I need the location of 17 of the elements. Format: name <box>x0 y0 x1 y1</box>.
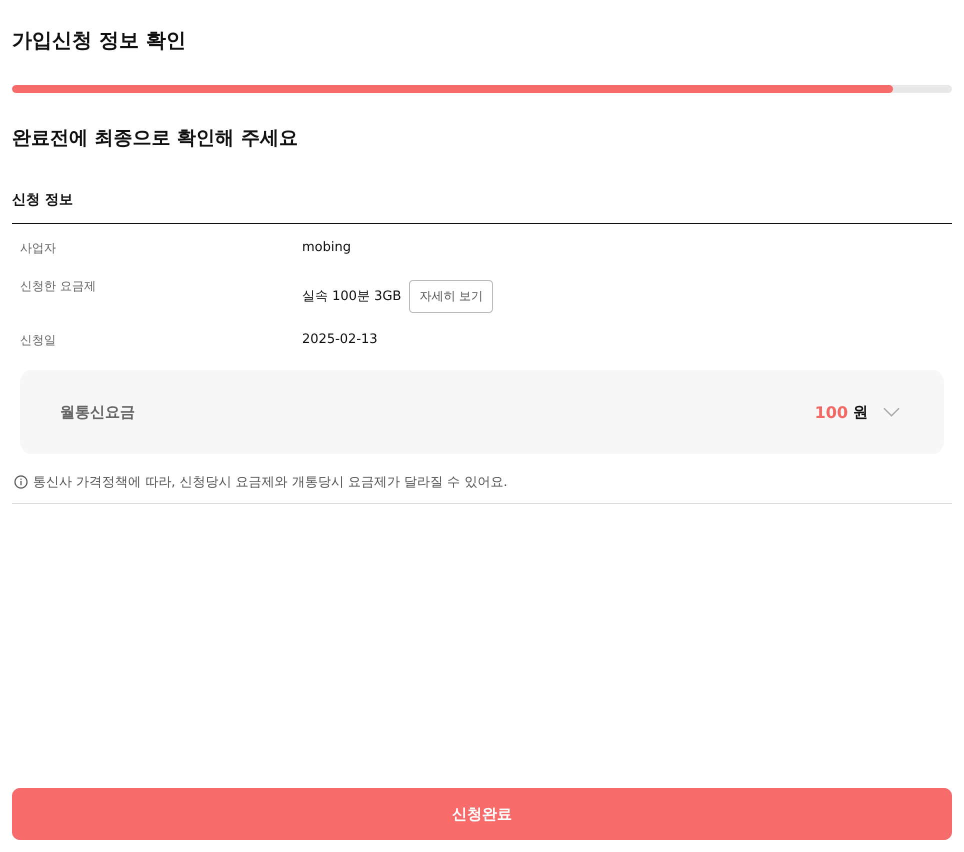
field-label: 신청일 <box>20 332 57 348</box>
info-icon <box>14 475 28 489</box>
field-label: 사업자 <box>20 240 57 256</box>
field-value: 실속 100분 3GB <box>302 288 402 306</box>
fee-amount: 100 <box>814 402 848 422</box>
field-label: 신청한 요금제 <box>20 278 97 294</box>
field-value: mobing <box>302 239 351 257</box>
fee-label: 월통신요금 <box>60 402 135 422</box>
section-title: 신청 정보 <box>12 191 952 224</box>
subtitle: 완료전에 최종으로 확인해 주세요 <box>12 126 299 151</box>
chevron-down-icon[interactable] <box>883 407 900 417</box>
fee-card[interactable]: 월통신요금 100 원 <box>20 370 944 454</box>
field-value: 2025-02-13 <box>302 331 378 349</box>
notice-text: 통신사 가격정책에 따라, 신청당시 요금제와 개통당시 요금제가 달라질 수 있어요. <box>33 474 508 491</box>
page-title: 가입신청 정보 확인 <box>12 27 187 53</box>
currency-unit: 원 <box>853 402 868 422</box>
details-button[interactable]: 자세히 보기 <box>409 280 494 313</box>
